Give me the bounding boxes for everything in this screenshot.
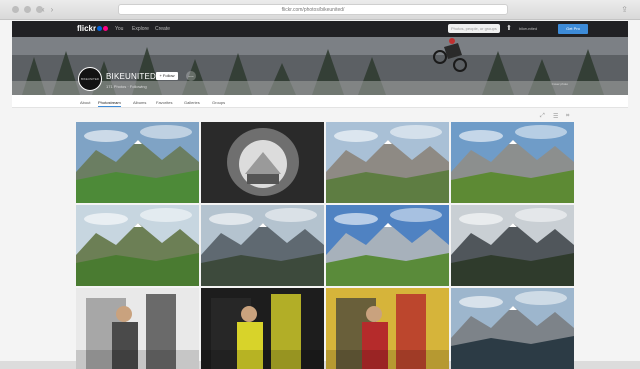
browser-window: ‹ › flickr.com/photos/bikeunited/ ⇪ flic… [0, 0, 640, 369]
nav-link-create[interactable]: Create [155, 26, 170, 32]
tab-albums[interactable]: Albums [133, 100, 146, 105]
nav-link-explore[interactable]: Explore [132, 26, 149, 32]
photo-thumbnail[interactable] [76, 288, 199, 369]
photo-thumbnail[interactable] [451, 122, 574, 203]
photo-thumbnail[interactable] [326, 122, 449, 203]
profile-name: BIKEUNITED [106, 72, 157, 81]
photo-thumbnail[interactable] [76, 205, 199, 286]
back-arrow-icon[interactable]: ‹ [42, 5, 45, 14]
tab-galleries[interactable]: Galleries [184, 100, 200, 105]
list-view-icon[interactable]: ☰ [553, 113, 558, 120]
logo-text: flickr [77, 24, 97, 33]
tab-favorites[interactable]: Favorites [156, 100, 172, 105]
search-input[interactable]: Photos, people, or groups [448, 24, 500, 33]
photo-thumbnail[interactable] [451, 288, 574, 369]
photo-thumbnail[interactable] [451, 205, 574, 286]
profile-stats: 171 Photos · Following [106, 84, 147, 89]
minimize-window-button[interactable] [24, 6, 31, 13]
tab-about[interactable]: About [80, 100, 90, 105]
browser-chrome: ‹ › flickr.com/photos/bikeunited/ ⇪ [0, 0, 640, 20]
upload-icon[interactable]: ⬆ [506, 24, 512, 32]
logo-blue-dot-icon [97, 26, 103, 31]
cover-credit: Cover photo [551, 82, 568, 86]
flickr-logo[interactable]: flickr [77, 24, 109, 33]
cover-photo [12, 37, 628, 95]
user-menu[interactable]: bikeunited [519, 26, 537, 31]
address-bar[interactable]: flickr.com/photos/bikeunited/ [118, 4, 508, 15]
profile-subnav: About Photostream Albums Favorites Galle… [12, 95, 628, 108]
tab-groups[interactable]: Groups [212, 100, 225, 105]
photo-thumbnail[interactable] [201, 205, 324, 286]
tab-photostream[interactable]: Photostream [98, 100, 121, 107]
browser-nav: ‹ › [42, 5, 53, 14]
avatar[interactable]: BIKEUNITED [78, 67, 102, 91]
forward-arrow-icon[interactable]: › [51, 5, 54, 14]
get-pro-button[interactable]: Get Pro [558, 24, 588, 34]
cover-image [12, 37, 628, 95]
window-controls [12, 6, 43, 13]
grid-view-icon[interactable]: ⌗ [566, 113, 569, 120]
logo-pink-dot-icon [103, 26, 109, 31]
close-window-button[interactable] [12, 6, 19, 13]
slideshow-icon[interactable]: ⤢ [540, 113, 545, 120]
flickr-top-nav: flickr You Explore Create Photos, people… [12, 21, 628, 37]
photo-thumbnail[interactable] [76, 122, 199, 203]
share-icon[interactable]: ⇪ [621, 5, 628, 14]
follow-button[interactable]: + Follow [156, 72, 178, 80]
photo-thumbnail[interactable] [201, 122, 324, 203]
photo-thumbnail[interactable] [326, 205, 449, 286]
photo-thumbnail[interactable] [326, 288, 449, 369]
more-options-button[interactable]: … [186, 71, 196, 81]
photo-thumbnail[interactable] [201, 288, 324, 369]
nav-link-you[interactable]: You [115, 26, 123, 32]
